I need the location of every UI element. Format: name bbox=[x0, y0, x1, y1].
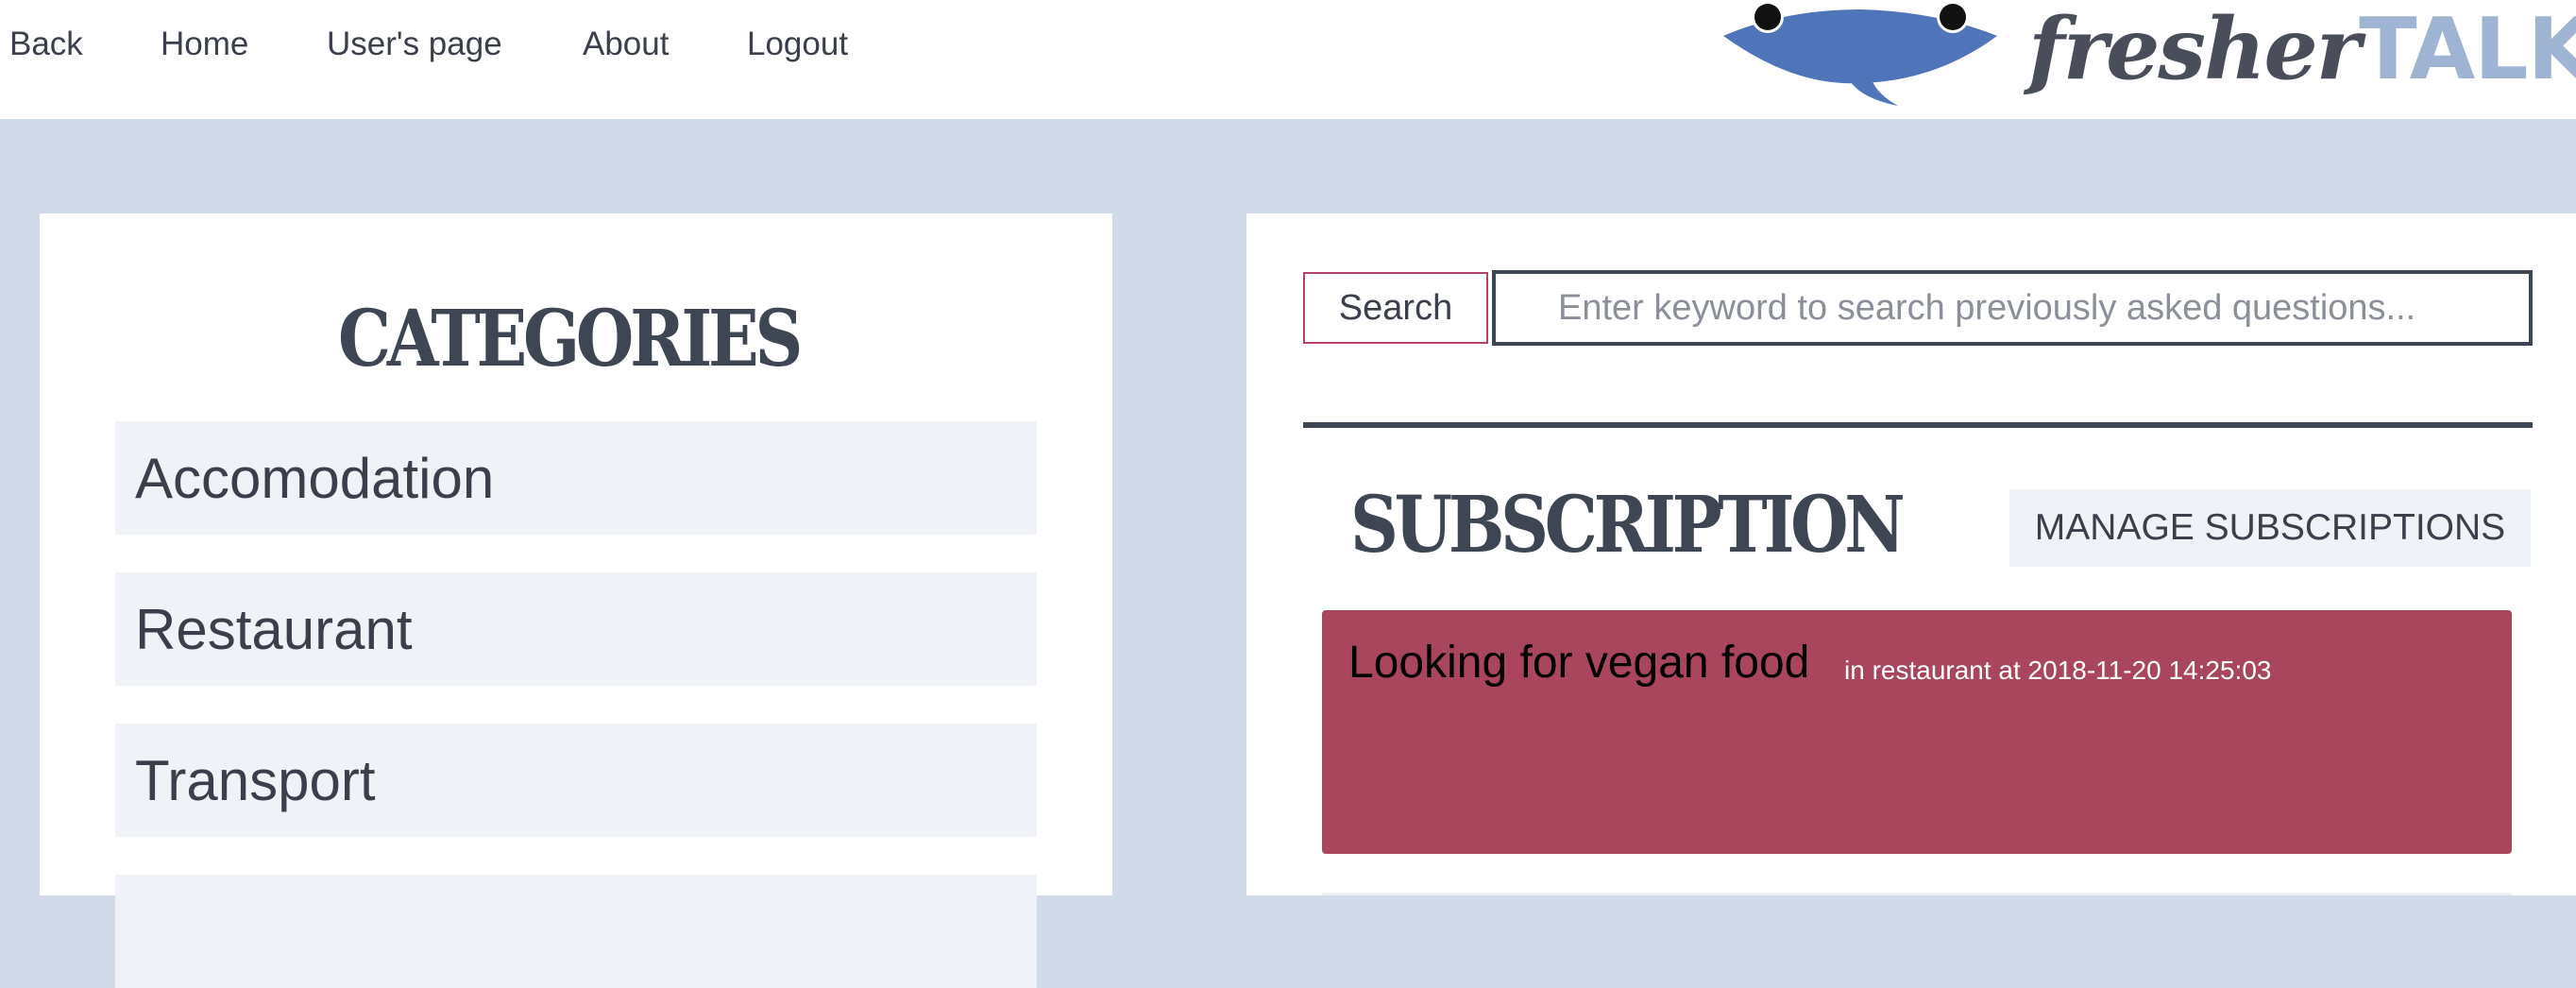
nav-about-link[interactable]: About bbox=[583, 21, 669, 68]
nav-logout-link[interactable]: Logout bbox=[747, 21, 848, 68]
category-item-accomodation[interactable]: Accomodation bbox=[115, 421, 1037, 535]
section-divider bbox=[1303, 422, 2533, 428]
subscription-question-title: Looking for vegan food bbox=[1348, 638, 1810, 688]
nav-back-link[interactable]: Back bbox=[9, 21, 83, 68]
manage-subscriptions-button[interactable]: MANAGE SUBSCRIPTIONS bbox=[2009, 489, 2531, 567]
search-input[interactable] bbox=[1492, 270, 2533, 346]
category-label: Accomodation bbox=[135, 447, 495, 510]
category-label: Transport bbox=[135, 749, 376, 812]
fish-mascot-icon bbox=[1723, 1, 1997, 106]
category-item-transport[interactable]: Transport bbox=[115, 724, 1037, 837]
logo-text-talk: TALK bbox=[2359, 0, 2576, 99]
top-nav-bar: Back Home User's page About Logout fresh… bbox=[0, 0, 2576, 119]
category-item-partial[interactable] bbox=[115, 875, 1037, 988]
subscription-card[interactable]: Looking for vegan food in restaurant at … bbox=[1322, 610, 2512, 854]
category-label: Restaurant bbox=[135, 598, 413, 661]
nav-user-page-link[interactable]: User's page bbox=[327, 21, 502, 68]
categories-panel: CATEGORIES Accomodation Restaurant Trans… bbox=[40, 213, 1112, 988]
categories-heading: CATEGORIES bbox=[338, 294, 803, 384]
nav-home-link[interactable]: Home bbox=[161, 21, 248, 68]
logo-text-fresher: fresher bbox=[2028, 0, 2361, 99]
logo-wordmark: fresherTALK bbox=[2028, 2, 2576, 97]
subscription-heading: SUBSCRIPTION bbox=[1350, 480, 1906, 571]
search-button[interactable]: Search bbox=[1303, 272, 1488, 344]
subscription-question-meta: in restaurant at 2018-11-20 14:25:03 bbox=[1844, 656, 2272, 685]
category-item-restaurant[interactable]: Restaurant bbox=[115, 572, 1037, 686]
